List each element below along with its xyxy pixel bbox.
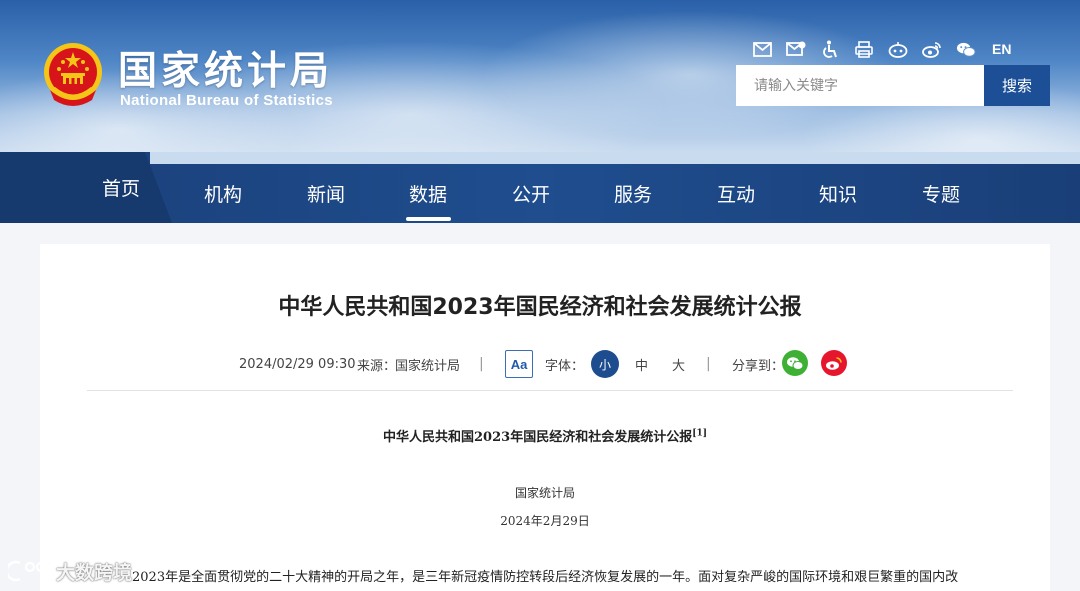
nav-item-disclosure[interactable]: 公开 — [486, 152, 576, 223]
nav-item-interaction[interactable]: 互动 — [691, 152, 781, 223]
language-switch-en[interactable]: EN — [992, 41, 1011, 57]
site-name-en[interactable]: National Bureau of Statistics — [120, 92, 333, 109]
article-source-label: 来源： — [357, 358, 397, 374]
font-size-medium-button[interactable]: 中 — [635, 350, 648, 378]
font-size-small-button[interactable]: 小 — [591, 350, 619, 378]
nav-item-home[interactable]: 首页 — [76, 152, 166, 223]
meta-divider: | — [706, 356, 711, 372]
footnote-ref[interactable]: [1] — [692, 429, 707, 439]
weibo-share-icon[interactable] — [821, 350, 847, 376]
site-name-cn[interactable]: 国家统计局 — [118, 40, 333, 96]
weibo-icon[interactable] — [922, 39, 942, 59]
font-size-large-button[interactable]: 大 — [672, 350, 685, 378]
text-size-toggle-button[interactable]: Aa — [505, 350, 533, 378]
document-paragraph: 2023年是全面贯彻党的二十大精神的开局之年，是三年新冠疫情防控转段后经济恢复发… — [132, 570, 959, 585]
header-toolbar: EN — [752, 38, 1011, 60]
wechat-share-icon[interactable] — [782, 350, 808, 376]
document-org: 国家统计局 — [514, 486, 575, 500]
meta-divider: | — [479, 356, 484, 372]
watermark: 大数跨境 — [8, 557, 132, 585]
search-input[interactable] — [736, 65, 984, 106]
nav-item-organization[interactable]: 机构 — [178, 152, 268, 223]
mail-edit-icon[interactable] — [786, 39, 806, 59]
accessibility-icon[interactable] — [820, 39, 840, 59]
robot-icon[interactable] — [888, 39, 908, 59]
search-button[interactable]: 搜索 — [984, 65, 1050, 106]
share-label: 分享到： — [732, 358, 785, 374]
document-title: 中华人民共和国2023年国民经济和社会发展统计公报[1] — [0, 426, 1080, 445]
nav-item-news[interactable]: 新闻 — [281, 152, 371, 223]
nav-item-knowledge[interactable]: 知识 — [793, 152, 883, 223]
document-date: 2024年2月29日 — [500, 514, 590, 528]
nav-item-services[interactable]: 服务 — [588, 152, 678, 223]
document-title-text: 中华人民共和国2023年国民经济和社会发展统计公报 — [383, 430, 693, 445]
article-datetime: 2024/02/29 09:30 — [239, 356, 356, 372]
wechat-icon[interactable] — [956, 39, 976, 59]
nav-item-topics[interactable]: 专题 — [896, 152, 986, 223]
article-source: 国家统计局 — [395, 358, 461, 374]
article-title: 中华人民共和国2023年国民经济和社会发展统计公报 — [278, 295, 802, 320]
watermark-text: 大数跨境 — [56, 561, 133, 584]
nav-active-indicator — [406, 217, 451, 221]
watermark-logo-icon — [8, 560, 47, 582]
mail-icon[interactable] — [752, 39, 772, 59]
national-emblem-icon — [44, 43, 102, 106]
meta-separator-line — [87, 390, 1013, 391]
nav-item-data[interactable]: 数据 — [383, 152, 473, 223]
print-icon[interactable] — [854, 39, 874, 59]
font-size-label: 字体： — [545, 358, 585, 374]
